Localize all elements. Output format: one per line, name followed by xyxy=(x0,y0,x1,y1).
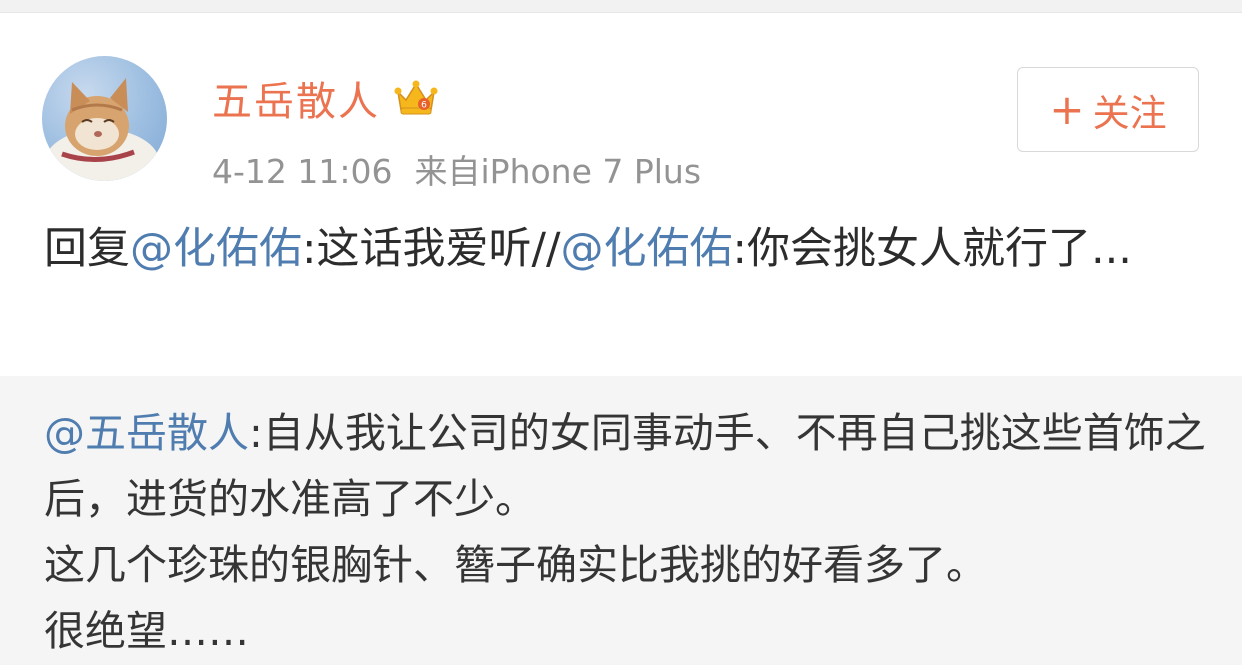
follow-button[interactable]: + 关注 xyxy=(1017,67,1199,152)
post-time: 4-12 11:06 xyxy=(212,152,393,191)
crown-badge-icon[interactable]: 6 xyxy=(394,78,438,118)
quoted-text: @五岳散人:自从我让公司的女同事动手、不再自己挑这些首饰之后，进货的水准高了不少… xyxy=(44,400,1214,664)
post-source: 来自iPhone 7 Plus xyxy=(414,152,702,191)
avatar[interactable] xyxy=(42,56,167,181)
post-meta: 4-12 11:06 来自iPhone 7 Plus xyxy=(212,145,701,193)
reply-prefix: 回复 xyxy=(44,224,130,274)
post-text-part: :你会挑女人就行了... xyxy=(732,224,1132,274)
plus-icon: + xyxy=(1049,84,1085,134)
mention-link[interactable]: @化佑佑 xyxy=(560,224,732,274)
author-name[interactable]: 五岳散人 xyxy=(212,69,380,127)
post-text-part: :这话我爱听// xyxy=(302,224,561,274)
post-header: 五岳散人 6 4-12 11:06 来自iPhone 7 Plus + 关注 xyxy=(0,13,1242,193)
quoted-post[interactable]: @五岳散人:自从我让公司的女同事动手、不再自己挑这些首饰之后，进货的水准高了不少… xyxy=(0,376,1242,665)
quoted-line: 这几个珍珠的银胸针、簪子确实比我挑的好看多了。 xyxy=(44,541,987,589)
svg-text:6: 6 xyxy=(421,101,427,111)
mention-link[interactable]: @五岳散人 xyxy=(44,409,249,457)
mention-link[interactable]: @化佑佑 xyxy=(130,224,302,274)
quoted-line: 很绝望…… xyxy=(44,607,249,655)
top-divider xyxy=(0,0,1242,13)
author-row: 五岳散人 6 xyxy=(212,73,438,125)
follow-label: 关注 xyxy=(1092,91,1167,135)
cat-avatar-icon xyxy=(44,78,160,181)
post-text: 回复@化佑佑:这话我爱听//@化佑佑:你会挑女人就行了... xyxy=(44,218,1204,280)
